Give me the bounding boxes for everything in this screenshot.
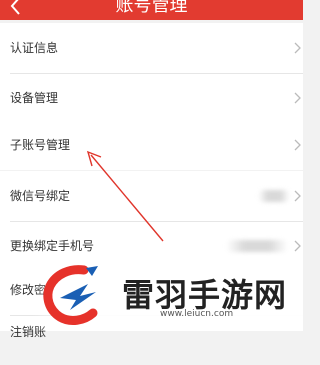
watermark-url: www.leiucn.com	[160, 309, 234, 319]
row-wechat-binding[interactable]: 微信号绑定	[0, 171, 303, 221]
row-label: 微信号绑定	[10, 189, 71, 203]
chevron-right-icon	[294, 240, 301, 252]
chevron-right-icon	[294, 190, 301, 202]
app-header: 账号管理	[0, 0, 303, 20]
chevron-right-icon	[294, 42, 301, 54]
chevron-right-icon	[294, 139, 301, 151]
leiyu-logo-icon	[43, 265, 98, 325]
wechat-value-blurred	[258, 190, 290, 202]
settings-group-subaccount: 子账号管理	[0, 120, 303, 170]
row-label: 认证信息	[10, 41, 59, 55]
row-label: 子账号管理	[10, 138, 71, 152]
settings-group-verification: 认证信息 设备管理	[0, 23, 303, 123]
row-device-management[interactable]: 设备管理	[0, 73, 303, 123]
row-verification-info[interactable]: 认证信息	[0, 23, 303, 73]
phone-value-blurred	[226, 240, 288, 252]
chevron-right-icon	[294, 92, 301, 104]
page-title: 账号管理	[115, 0, 188, 16]
row-subaccount-management[interactable]: 子账号管理	[0, 120, 303, 170]
row-label: 设备管理	[10, 91, 59, 105]
